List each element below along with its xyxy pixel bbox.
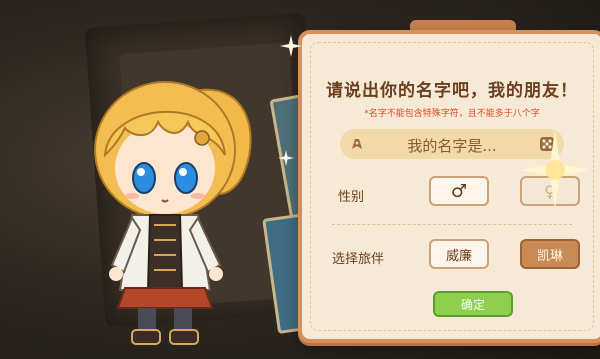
character-avatar	[94, 81, 252, 345]
partner-label: 选择旅伴	[332, 252, 385, 267]
partner-option-karin[interactable]: 凯琳	[520, 239, 580, 269]
section-divider	[332, 224, 572, 225]
confirm-button[interactable]: 确定	[433, 291, 513, 317]
gender-label: 性别	[338, 190, 365, 205]
name-rule-hint: *名字不能包含特殊字符，且不能多于八个字	[364, 109, 540, 119]
male-button[interactable]: ♂	[429, 176, 489, 206]
sparkle-icon	[280, 35, 302, 57]
sparkle-icon	[278, 150, 294, 166]
partner-option-william[interactable]: 威廉	[429, 239, 489, 269]
panel-title: 请说出你的名字吧，我的朋友！	[326, 81, 578, 101]
sparkle-icon	[520, 130, 590, 210]
male-icon: ♂	[450, 180, 468, 202]
